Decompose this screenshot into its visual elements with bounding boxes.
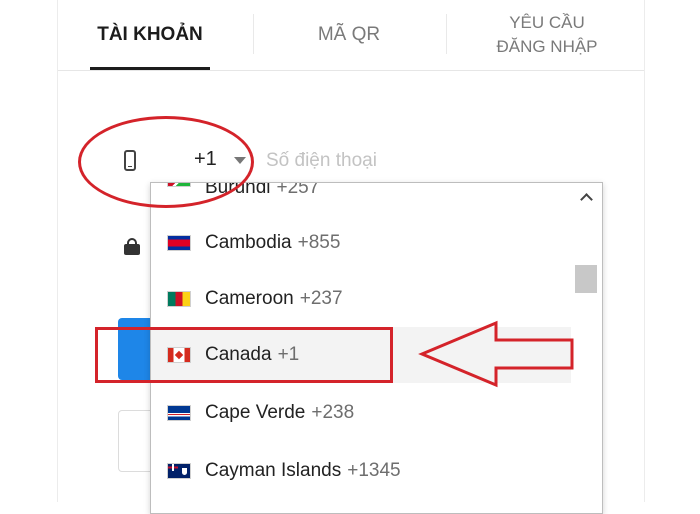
cambodia-flag-icon [167,235,191,251]
scrollbar-thumb[interactable] [575,265,597,293]
tab-account[interactable]: TÀI KHOẢN [80,0,220,70]
login-tabs: TÀI KHOẢN MÃ QR YÊU CẦU ĐĂNG NHẬP [58,0,644,71]
country-option-canada[interactable]: Canada +1 [151,327,571,383]
country-name: Canada [205,344,272,365]
tab-login-request-line1: YÊU CẦU [509,13,585,32]
tab-account-label: TÀI KHOẢN [97,24,203,45]
country-dial-code: +1 [277,344,300,365]
country-dial-code: +238 [311,402,355,423]
tab-qr-label: MÃ QR [317,24,381,45]
country-name: Cambodia [205,232,292,253]
caret-down-icon[interactable] [234,157,246,164]
mobile-phone-icon [124,150,136,171]
country-dropdown[interactable]: Burundi +257 Cambodia +855 Cameroon +237 Ca… [150,182,603,514]
country-option-cape-verde[interactable]: Cape Verde +238 [151,385,571,441]
burundi-flag-icon [167,183,191,187]
country-code-value: +1 [194,148,217,170]
phone-number-input[interactable] [264,144,568,178]
country-option-cameroon[interactable]: Cameroon +237 [151,271,571,327]
tab-login-request-line2: ĐĂNG NHẬP [496,37,598,56]
chevron-up-icon[interactable] [580,191,592,203]
tab-qr-code[interactable]: MÃ QR [256,0,442,70]
country-name: Cape Verde [205,402,306,423]
cameroon-flag-icon [167,291,191,307]
phone-number-row: +1 [58,130,644,190]
country-name: Burundi [205,182,271,198]
cape-verde-flag-icon [167,405,191,421]
country-name: Cameroon [205,288,294,309]
tab-divider [446,14,447,54]
active-tab-underline [90,67,210,70]
tab-divider [253,14,254,54]
lock-icon [124,238,140,255]
country-option-cayman-islands[interactable]: Cayman Islands +1345 [151,443,571,499]
cayman-islands-flag-icon [167,463,191,479]
country-code-selector[interactable]: +1 [194,148,217,171]
country-dial-code: +237 [299,288,343,309]
country-dial-code: +855 [297,232,341,253]
country-dial-code: +257 [276,182,320,198]
country-dial-code: +1345 [347,460,401,481]
canada-flag-icon [167,347,191,363]
country-name: Cayman Islands [205,460,342,481]
country-option[interactable]: Burundi +257 [151,182,571,203]
country-option-cambodia[interactable]: Cambodia +855 [151,215,571,271]
tab-login-request[interactable]: YÊU CẦU ĐĂNG NHẬP [450,0,644,70]
